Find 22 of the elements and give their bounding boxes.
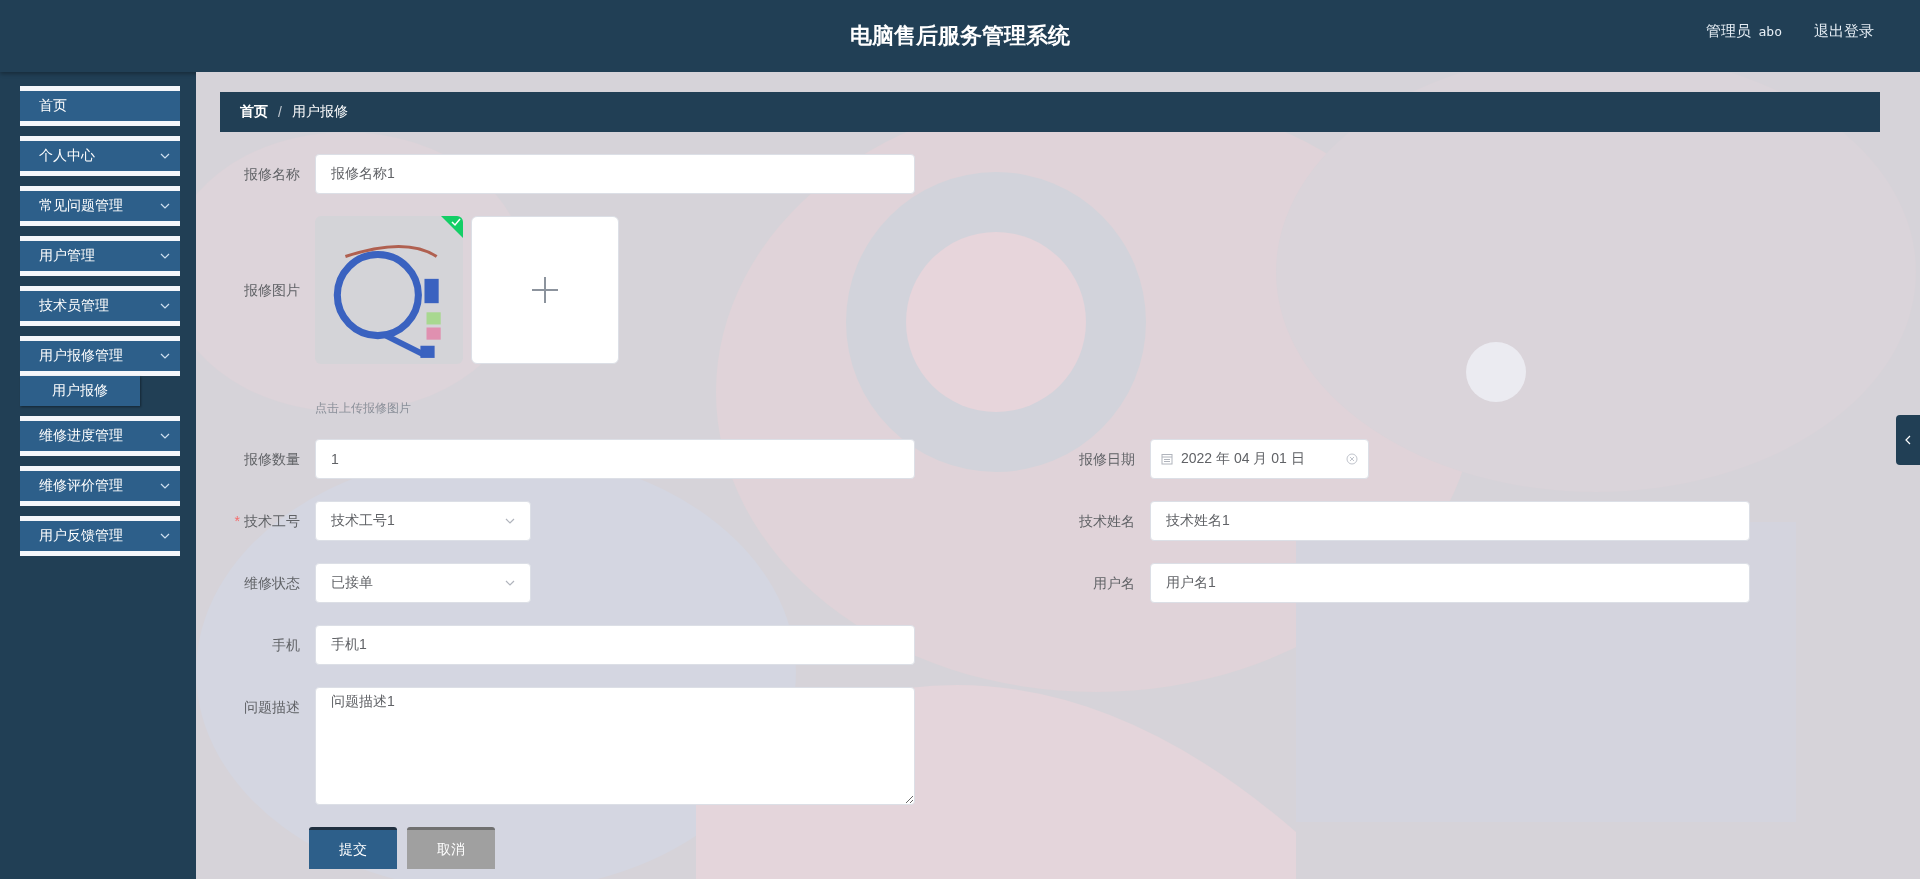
menu-item[interactable]: 常见问题管理 [20, 186, 180, 226]
menu-item[interactable]: 用户管理 [20, 236, 180, 276]
chevron-down-icon [160, 203, 170, 209]
chevron-down-icon [160, 433, 170, 439]
menu-item[interactable]: 用户反馈管理 [20, 516, 180, 556]
chevron-down-icon [160, 533, 170, 539]
menu-item[interactable]: 技术员管理 [20, 286, 180, 326]
menu-item[interactable]: 首页 [20, 86, 180, 126]
chevron-down-icon [160, 253, 170, 259]
menu-item[interactable]: 维修进度管理 [20, 416, 180, 456]
chevron-down-icon [160, 303, 170, 309]
submenu-item[interactable]: 用户报修 [20, 376, 140, 406]
logout-link[interactable]: 退出登录 [1814, 22, 1874, 41]
app-title: 电脑售后服务管理系统 [850, 22, 1070, 50]
username: abo [1758, 24, 1782, 39]
menu-item[interactable]: 用户报修管理 [20, 336, 180, 376]
user-label: 管理员 [1705, 22, 1751, 41]
menu-item[interactable]: 维修评价管理 [20, 466, 180, 506]
menu-item[interactable]: 个人中心 [20, 136, 180, 176]
chevron-down-icon [160, 153, 170, 159]
chevron-down-icon [160, 353, 170, 359]
chevron-down-icon [160, 483, 170, 489]
